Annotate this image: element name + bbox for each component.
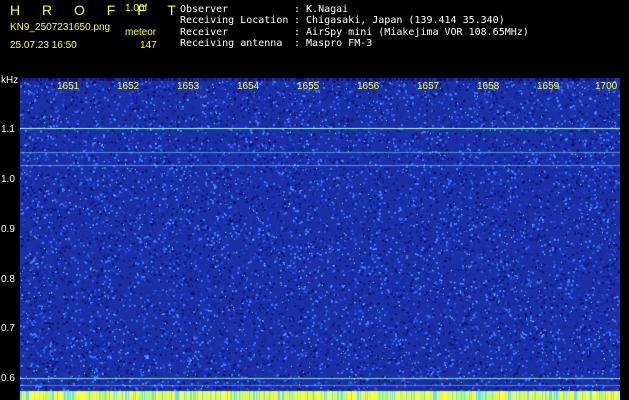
- meta-key-antenna: Receiving antenna: [180, 38, 283, 49]
- y-tick-label: 1.0: [1, 174, 15, 185]
- version-label: 1.00f: [125, 3, 148, 14]
- x-tick-label: 1656: [357, 81, 380, 92]
- filename-label: KN9_2507231650.png: [10, 22, 111, 33]
- y-tick-label: 1.1: [1, 124, 15, 135]
- x-tick-label: 1659: [537, 81, 560, 92]
- y-tick-label: 0.8: [1, 274, 15, 285]
- x-tick-label: 1700: [595, 81, 618, 92]
- x-tick-label: 1653: [177, 81, 200, 92]
- meteor-label: meteor: [125, 27, 157, 38]
- meta-key-receiver: Receiver: [180, 27, 229, 38]
- y-tick-label: 0.6: [1, 373, 15, 384]
- x-tick-label: 1658: [477, 81, 500, 92]
- app-brand: H R O F F T: [10, 2, 185, 18]
- meta-value-location: : Chigasaki, Japan (139.414 35.340): [294, 15, 505, 26]
- y-tick-label: 0.9: [1, 224, 15, 235]
- x-tick-label: 1655: [297, 81, 320, 92]
- x-tick-label: 1654: [237, 81, 260, 92]
- meta-key-observer: Observer: [180, 4, 229, 15]
- x-tick-label: 1652: [117, 81, 140, 92]
- datetime-label: 25.07.23 16:50: [10, 40, 77, 51]
- y-tick-label: 0.7: [1, 323, 15, 334]
- meta-value-receiver: : AirSpy mini (Miakejima VOR 108.65MHz): [294, 27, 529, 38]
- meta-key-location: Receiving Location: [180, 15, 289, 26]
- meta-value-observer: : K.Nagai: [294, 4, 349, 15]
- spectrogram-heatmap: [20, 78, 620, 400]
- y-axis-unit-label: kHz: [1, 75, 19, 86]
- meta-value-antenna: : Maspro FM-3: [294, 38, 373, 49]
- x-tick-label: 1651: [57, 81, 80, 92]
- meteor-count: 147: [140, 40, 157, 51]
- x-tick-label: 1657: [417, 81, 440, 92]
